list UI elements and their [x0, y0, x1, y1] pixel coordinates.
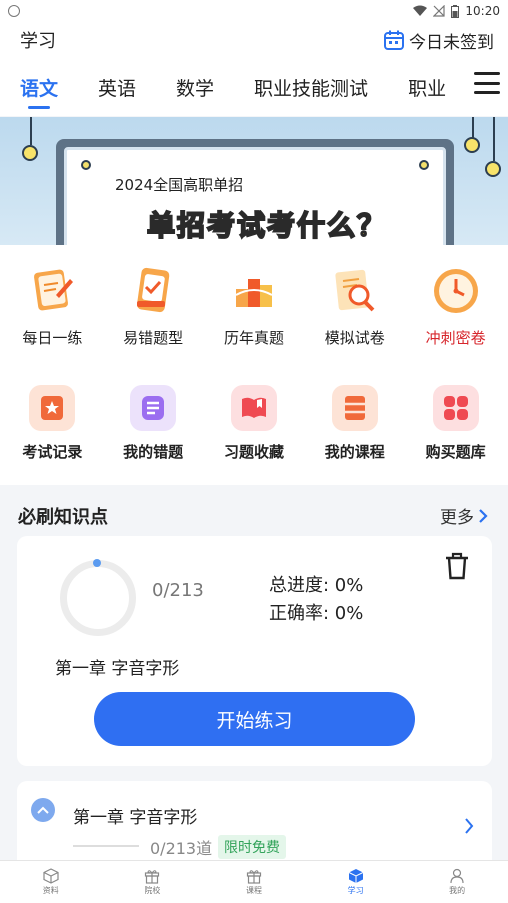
- past-papers-label: 历年真题: [223, 329, 284, 347]
- progress-stats: 总进度: 0% 正确率: 0%: [269, 572, 363, 628]
- exam-record-label: 考试记录: [22, 443, 83, 461]
- user-icon: [450, 868, 464, 884]
- chevron-right-icon: [479, 508, 488, 523]
- buy-bank-button[interactable]: 购买题库: [406, 385, 506, 462]
- banner-headline: 单招考试考什么？: [146, 208, 388, 243]
- exam-record-icon: [29, 385, 76, 431]
- chapter-progress-bar: [73, 845, 139, 847]
- light-bulb-icon: [22, 145, 38, 161]
- start-practice-button[interactable]: 开始练习: [94, 692, 415, 746]
- progress-card: 0/213 总进度: 0% 正确率: 0% 第一章 字音字形 开始练习: [17, 536, 492, 766]
- banner-board: 2024全国高职单招 单招考试考什么？: [56, 139, 454, 245]
- my-courses-icon: [331, 385, 378, 431]
- bottom-nav: 资料 院校 课程 学习 我的: [0, 860, 508, 903]
- light-bulb-icon: [485, 161, 501, 177]
- my-courses-label: 我的课程: [324, 443, 385, 461]
- gift-icon: [246, 870, 262, 884]
- buy-bank-icon: [432, 385, 479, 431]
- error-prone-button[interactable]: 易错题型: [103, 265, 203, 348]
- accuracy-rate: 正确率: 0%: [269, 603, 364, 624]
- tab-vocational[interactable]: 职业: [408, 64, 446, 111]
- current-chapter: 第一章 字音字形: [55, 659, 180, 679]
- past-papers-icon: [235, 279, 273, 307]
- subject-tabs: 语文 英语 数学 职业技能测试 职业: [0, 58, 508, 116]
- sprint-clock-icon: [433, 269, 478, 313]
- buy-bank-label: 购买题库: [425, 443, 486, 461]
- total-progress: 总进度: 0%: [269, 575, 364, 596]
- error-prone-label: 易错题型: [123, 329, 184, 347]
- chevron-right-icon[interactable]: [464, 817, 474, 835]
- favorites-icon: [230, 385, 277, 431]
- progress-count: 0/213: [152, 580, 204, 601]
- more-link[interactable]: 更多: [440, 503, 488, 528]
- feature-grid: 每日一练 易错题型 历年真题 模拟试卷 冲刺密卷 考试记录 我的错题 习题收藏 …: [0, 245, 508, 485]
- favorites-button[interactable]: 习题收藏: [204, 385, 304, 462]
- app-notification-icon: [8, 5, 20, 17]
- favorites-label: 习题收藏: [223, 443, 284, 461]
- sprint-paper-label: 冲刺密卷: [425, 329, 486, 347]
- bulb-wire: [30, 117, 32, 145]
- tab-chinese[interactable]: 语文: [20, 64, 58, 111]
- nav-profile-label: 我的: [449, 886, 466, 895]
- tab-english[interactable]: 英语: [98, 64, 136, 111]
- promo-banner[interactable]: 2024全国高职单招 单招考试考什么？: [0, 117, 508, 245]
- my-mistakes-icon: [130, 385, 177, 431]
- battery-icon: [451, 4, 460, 18]
- progress-ring: [60, 560, 136, 636]
- gift-icon: [145, 870, 160, 884]
- menu-icon[interactable]: [474, 72, 500, 94]
- daily-practice-label: 每日一练: [22, 329, 83, 347]
- box-icon: [43, 868, 59, 884]
- light-bulb-icon: [464, 137, 480, 153]
- section-title: 必刷知识点: [18, 507, 108, 528]
- checkin-label: 今日未签到: [409, 32, 494, 53]
- tab-math[interactable]: 数学: [176, 64, 214, 111]
- daily-practice-icon: [34, 269, 74, 311]
- nav-schools-label: 院校: [144, 886, 161, 895]
- mock-exam-label: 模拟试卷: [324, 329, 385, 347]
- checkin-button[interactable]: 今日未签到: [383, 28, 494, 53]
- nav-schools[interactable]: 院校: [112, 868, 192, 896]
- daily-practice-button[interactable]: 每日一练: [2, 265, 102, 348]
- nav-study-label: 学习: [347, 886, 364, 895]
- error-prone-icon: [137, 267, 170, 313]
- page-title: 学习: [20, 31, 56, 52]
- my-mistakes-label: 我的错题: [123, 443, 184, 461]
- tab-vocational-skills[interactable]: 职业技能测试: [254, 64, 368, 111]
- more-label: 更多: [440, 508, 474, 528]
- nav-courses-label: 课程: [245, 886, 262, 895]
- trash-icon[interactable]: [444, 552, 470, 580]
- nav-profile[interactable]: 我的: [417, 868, 497, 896]
- bulb-wire: [472, 117, 474, 139]
- free-badge: 限时免费: [218, 835, 286, 859]
- status-bar: 10:20: [0, 0, 508, 22]
- my-mistakes-button[interactable]: 我的错题: [103, 385, 203, 462]
- rivet-dot: [81, 160, 91, 170]
- chapter-title: 第一章 字音字形: [73, 808, 198, 828]
- rivet-dot: [419, 160, 429, 170]
- app-header: 学习 今日未签到: [0, 22, 508, 58]
- calendar-icon: [384, 30, 404, 50]
- nav-materials-label: 资料: [42, 886, 59, 895]
- sprint-paper-button[interactable]: 冲刺密卷: [406, 265, 506, 348]
- my-courses-button[interactable]: 我的课程: [305, 385, 405, 462]
- no-signal-icon: [433, 5, 446, 17]
- collapse-icon[interactable]: [31, 798, 55, 822]
- nav-study[interactable]: 学习: [316, 868, 396, 896]
- chapter-card[interactable]: 第一章 字音字形 0/213道 限时免费: [17, 781, 492, 871]
- nav-materials[interactable]: 资料: [11, 868, 91, 896]
- progress-ring-marker: [93, 559, 101, 567]
- mock-exam-button[interactable]: 模拟试卷: [305, 265, 405, 348]
- past-papers-button[interactable]: 历年真题: [204, 265, 304, 348]
- mock-exam-icon: [335, 269, 375, 312]
- chapter-count: 0/213道: [150, 839, 213, 858]
- clock: 10:20: [465, 4, 500, 18]
- bulb-wire: [493, 117, 495, 161]
- nav-courses[interactable]: 课程: [214, 868, 294, 896]
- wifi-icon: [413, 5, 428, 16]
- banner-subtitle: 2024全国高职单招: [115, 176, 244, 194]
- cube-icon: [348, 869, 363, 883]
- exam-record-button[interactable]: 考试记录: [2, 385, 102, 462]
